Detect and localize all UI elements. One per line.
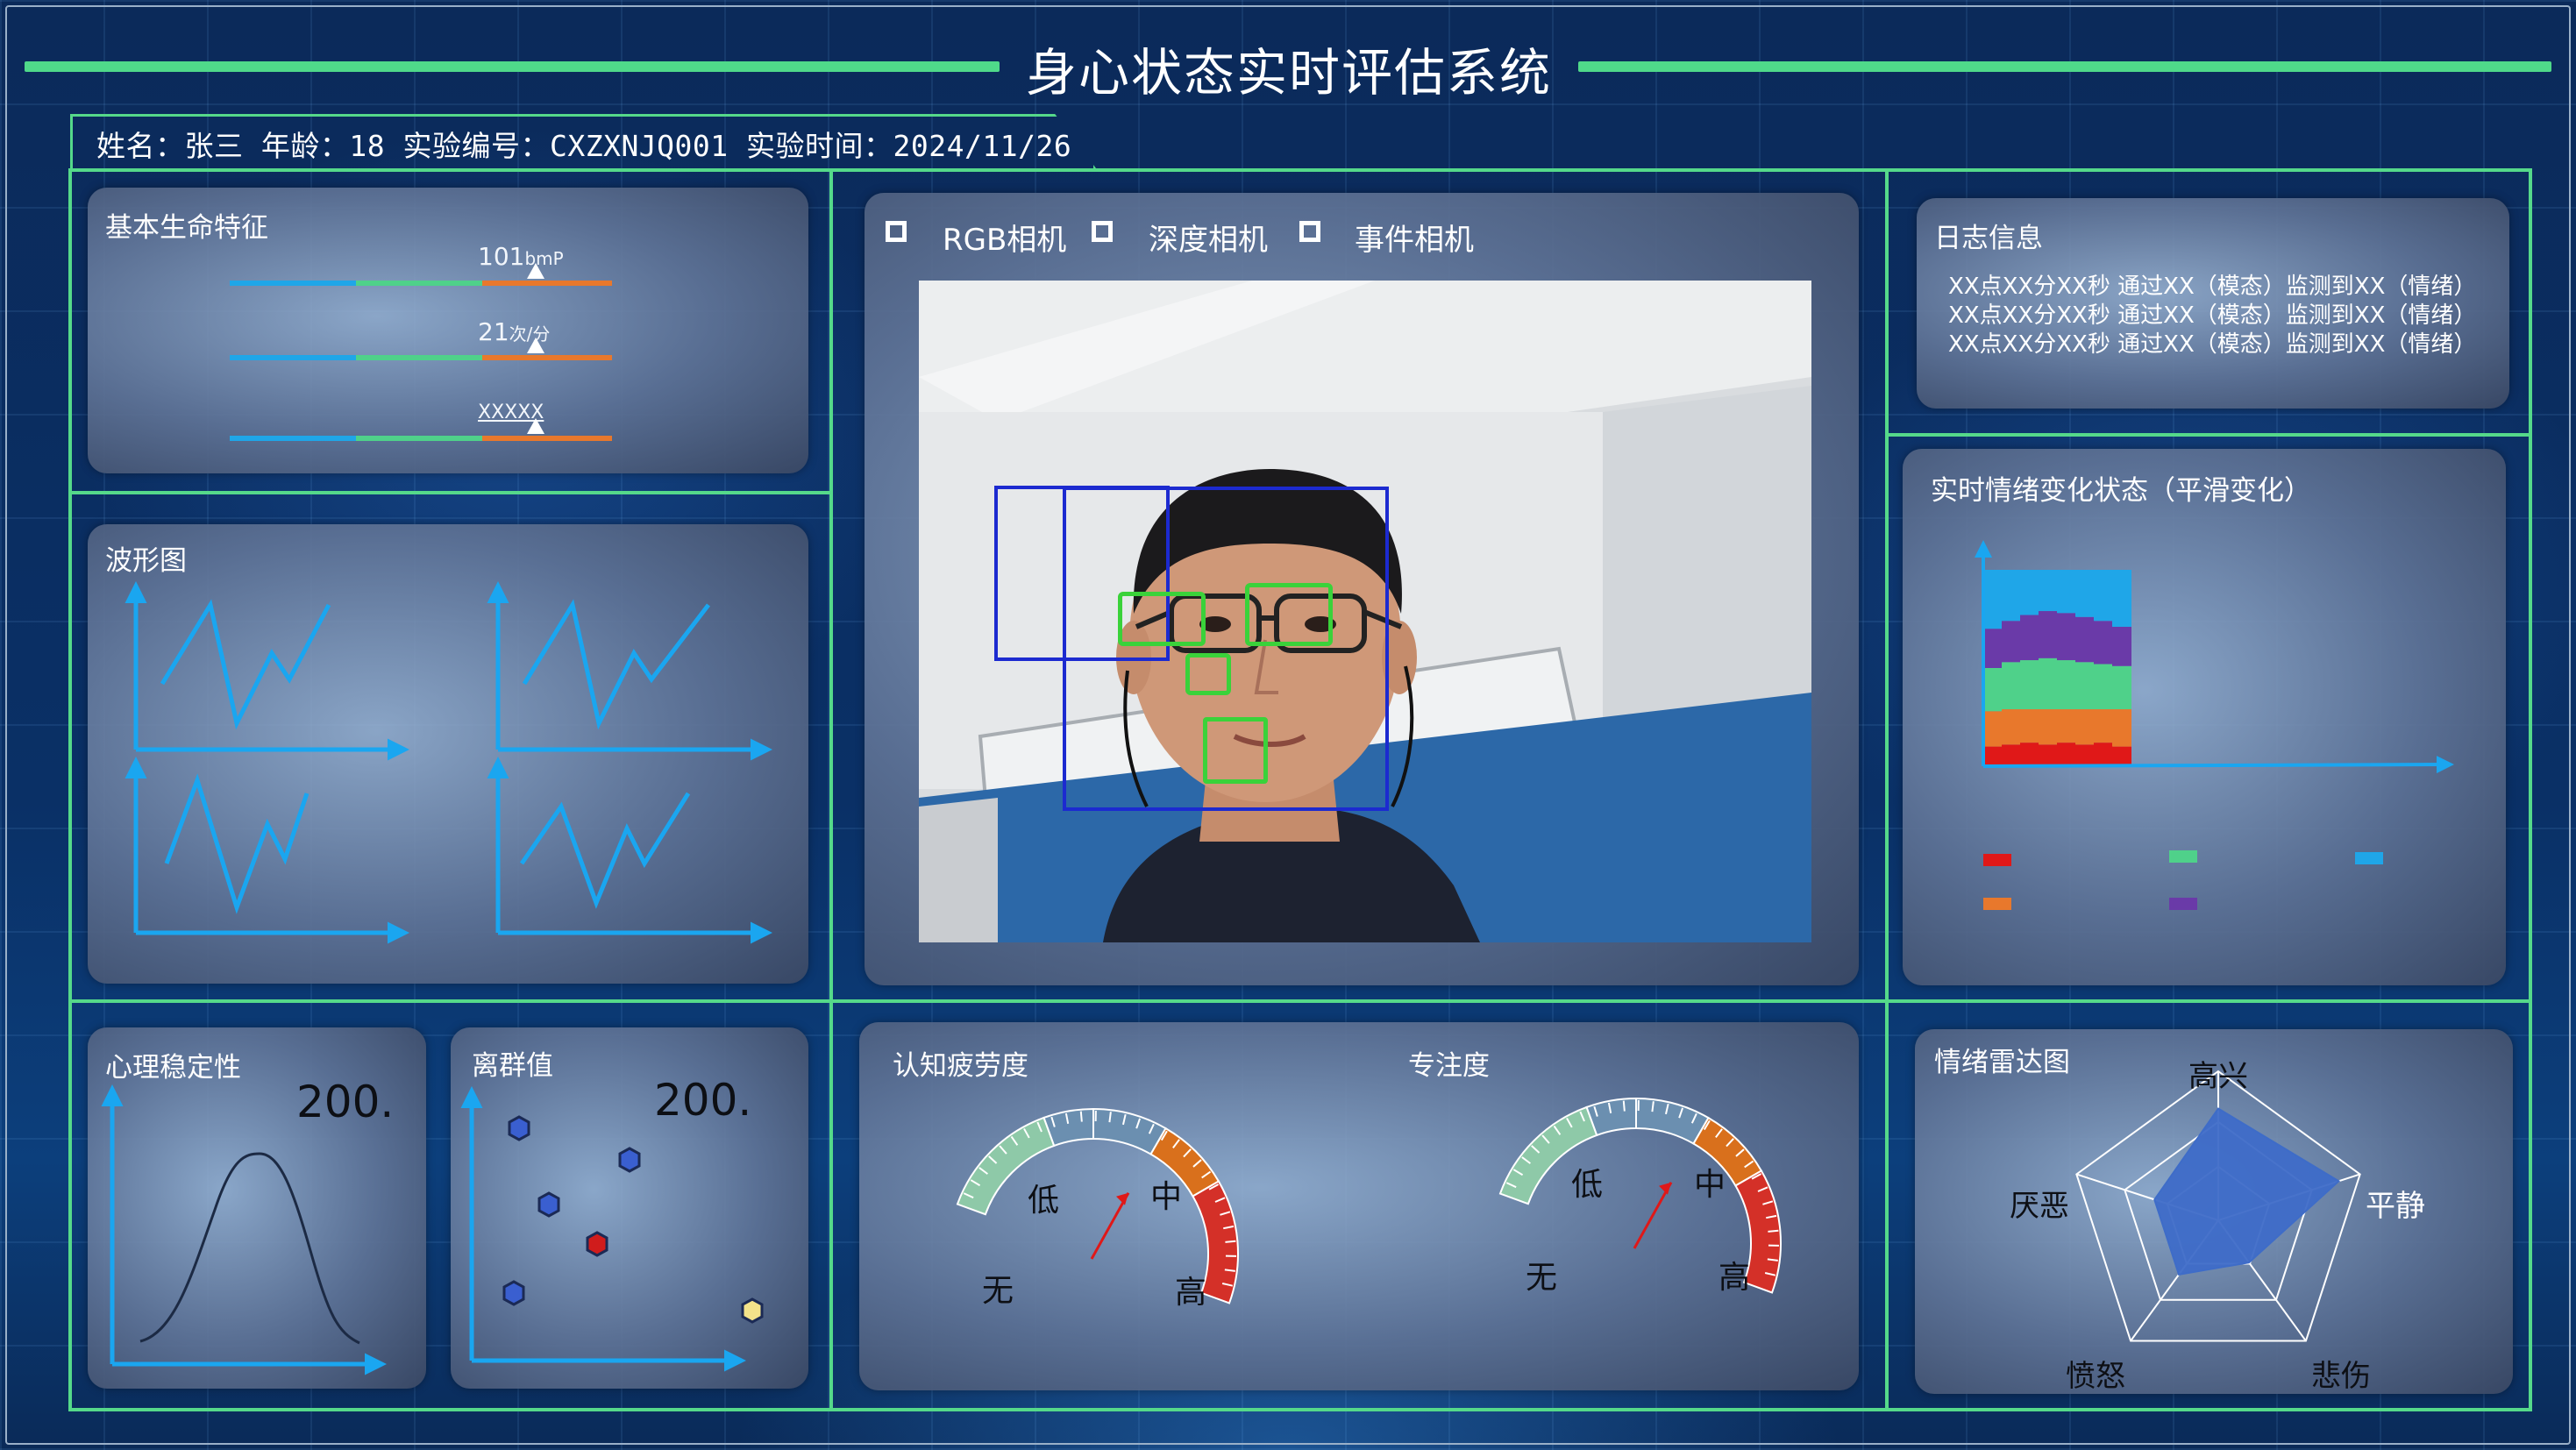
radar-axis-disgust: 厌恶 xyxy=(2010,1189,2069,1224)
radar-axis-anger: 愤怒 xyxy=(2066,1359,2125,1394)
radar-area xyxy=(2153,1107,2341,1276)
radar-axis-happy: 高兴 xyxy=(2188,1059,2248,1094)
radar-axis-calm: 平静 xyxy=(2366,1189,2425,1224)
radar-chart xyxy=(2075,1070,2361,1342)
radar-axis-sad: 悲伤 xyxy=(2311,1359,2371,1394)
